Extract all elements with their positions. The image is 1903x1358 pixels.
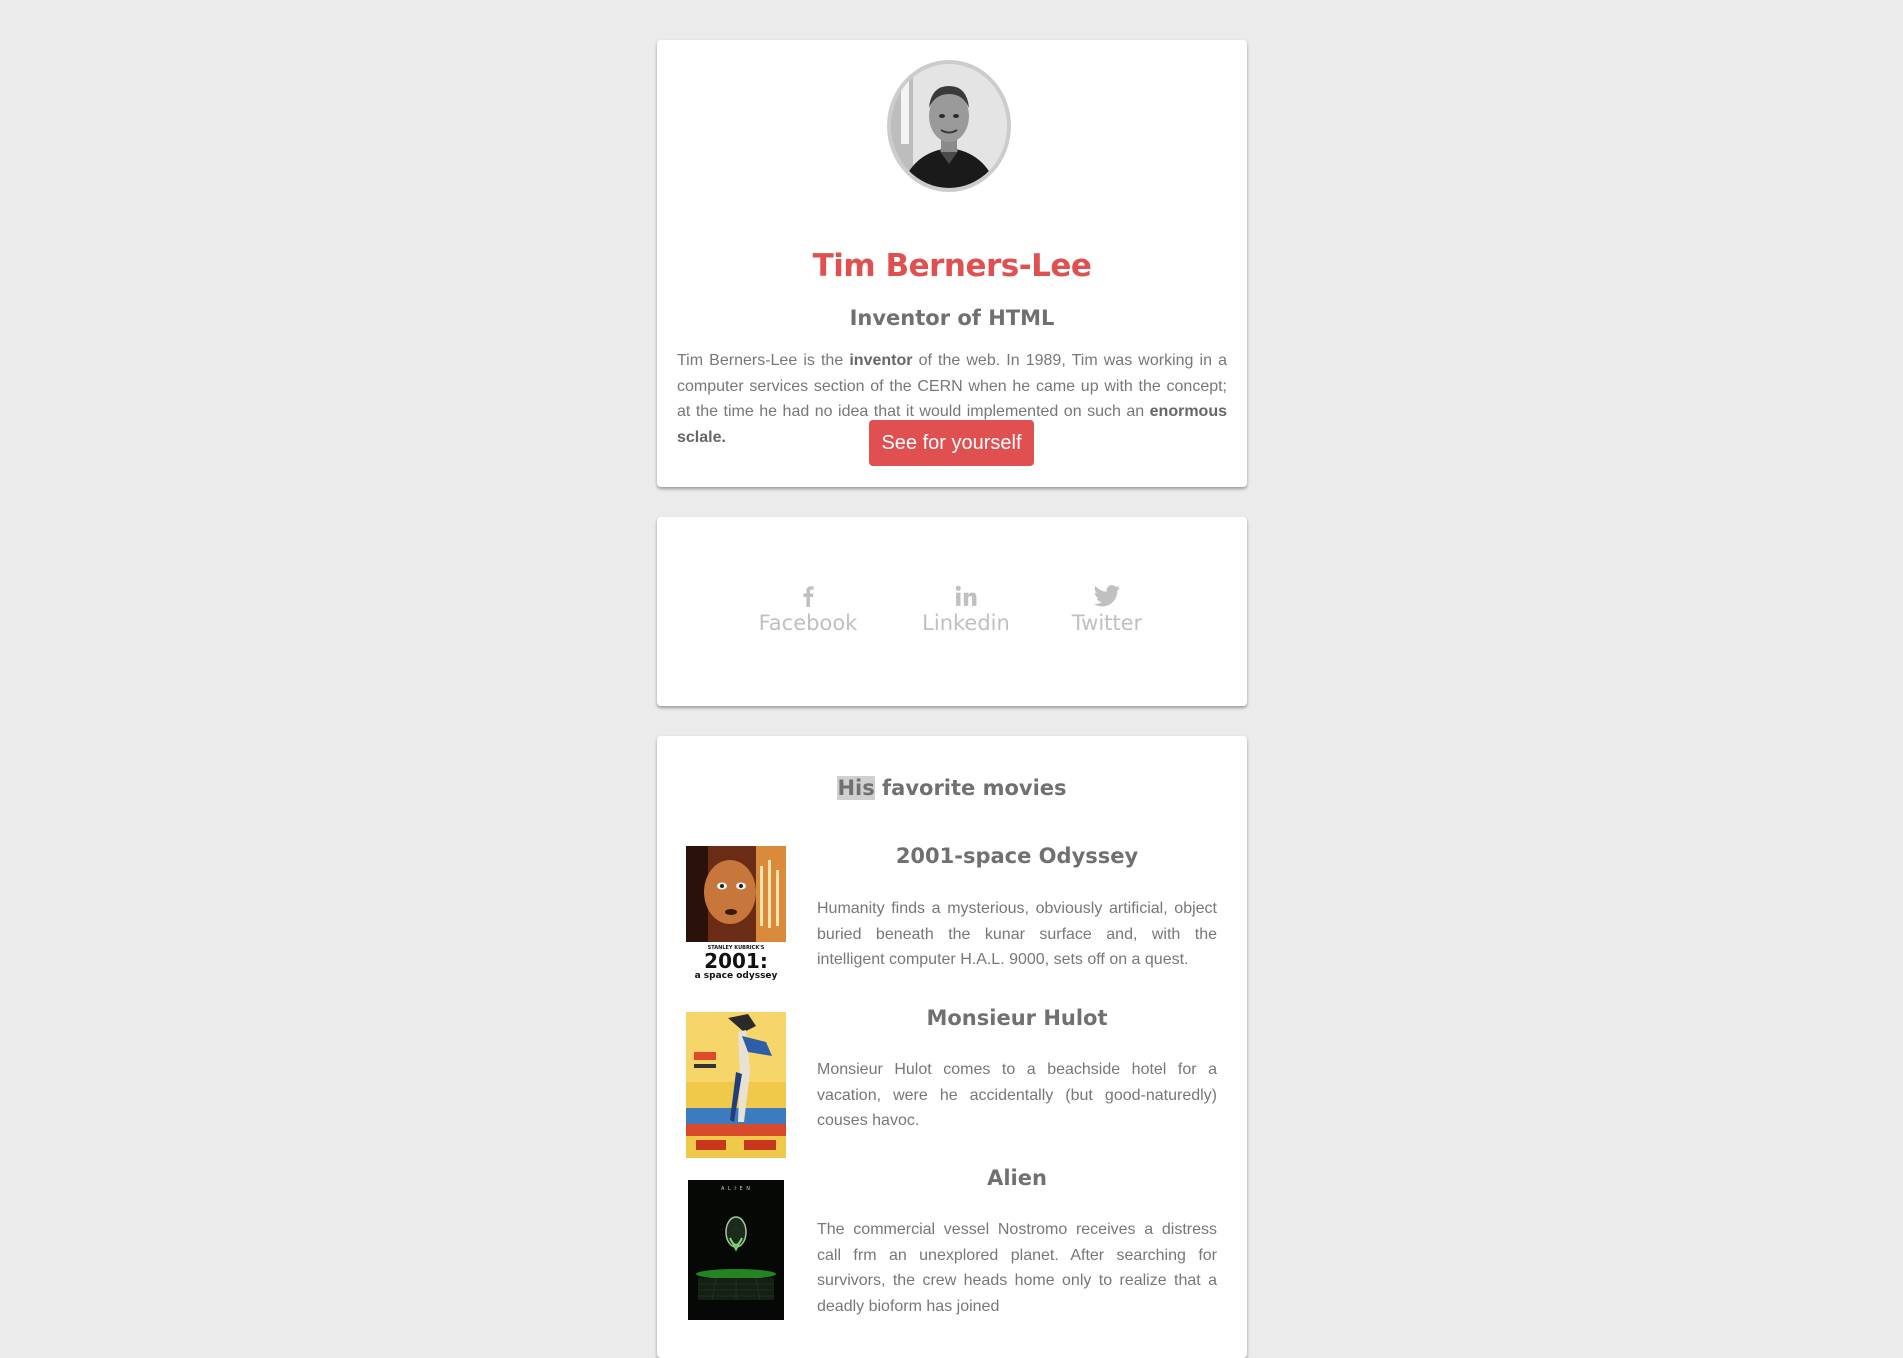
profile-card: Tim Berners-Lee Inventor of HTML Tim Ber… <box>657 40 1247 487</box>
heading-highlight: His <box>837 776 875 800</box>
movie-description: Humanity finds a mysterious, obviously a… <box>817 900 1217 969</box>
bio-emphasis: inventor <box>849 352 913 369</box>
social-card: Facebook Linkedin Twitter <box>657 517 1247 706</box>
movie-title: Alien <box>987 1166 1047 1190</box>
movie-poster-2001[interactable]: STANLEY KUBRICK'S 2001: a space odyssey <box>686 846 786 986</box>
see-for-yourself-button[interactable]: See for yourself <box>869 420 1034 466</box>
movie-title: 2001-space Odyssey <box>895 844 1139 868</box>
linkedin-icon <box>911 585 1021 609</box>
twitter-label: Twitter <box>1071 611 1143 635</box>
twitter-link[interactable]: Twitter <box>1057 585 1157 635</box>
movie-description: Monsieur Hulot comes to a beachside hote… <box>817 1061 1217 1130</box>
movie-poster-alien[interactable]: A L I E N <box>686 1174 786 1326</box>
profile-role: Inventor of HTML <box>849 306 1055 330</box>
facebook-label: Facebook <box>758 611 858 635</box>
poster-caption-big: 2001: <box>704 949 768 973</box>
poster-text: STANLEY KUBRICK'S 2001: a space odyssey <box>686 945 786 981</box>
movies-heading: His favorite movies <box>657 776 1247 800</box>
twitter-icon <box>1057 585 1157 609</box>
linkedin-label: Linkedin <box>922 611 1010 635</box>
facebook-icon <box>753 585 863 609</box>
poster-caption-sub: a space odyssey <box>694 971 778 981</box>
bio-text: Tim Berners-Lee is the <box>677 352 850 369</box>
poster-caption: A L I E N <box>721 1186 751 1192</box>
avatar <box>887 60 1011 192</box>
profile-name: Tim Berners-Lee <box>812 248 1092 284</box>
heading-text: favorite movies <box>874 776 1067 800</box>
movie-description: The commercial vessel Nostromo receives … <box>817 1221 1217 1315</box>
movie-title: Monsieur Hulot <box>926 1006 1108 1030</box>
facebook-link[interactable]: Facebook <box>753 585 863 635</box>
linkedin-link[interactable]: Linkedin <box>911 585 1021 635</box>
movie-poster-hulot[interactable] <box>686 1012 786 1158</box>
movies-card: His favorite movies STANLEY KUBRICK'S 20… <box>657 736 1247 1358</box>
